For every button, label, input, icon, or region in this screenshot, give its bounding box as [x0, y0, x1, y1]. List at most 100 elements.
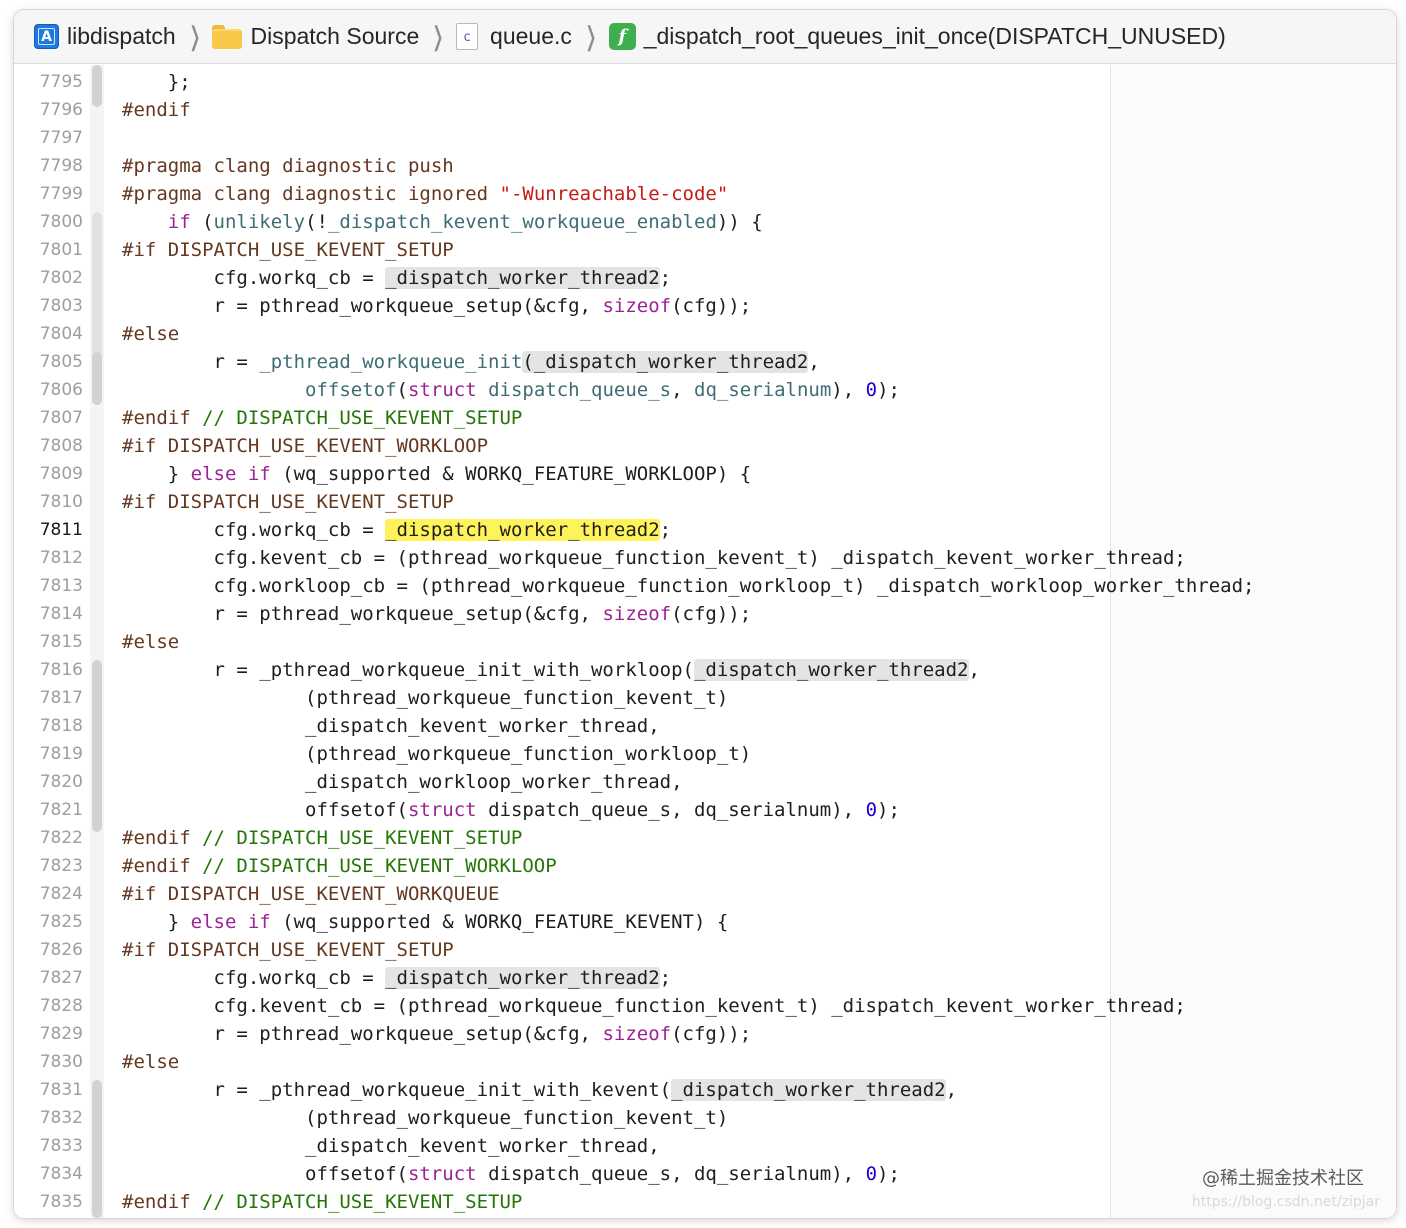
- code-line[interactable]: 7816 r = _pthread_workqueue_init_with_wo…: [14, 656, 1396, 684]
- code-line[interactable]: 7812 cfg.kevent_cb = (pthread_workqueue_…: [14, 544, 1396, 572]
- code-token: r = _pthread_workqueue_init_with_workloo…: [122, 659, 694, 681]
- code-token: else if: [190, 911, 271, 933]
- code-token: #if DISPATCH_USE_KEVENT_SETUP: [122, 491, 454, 513]
- code-text: _dispatch_kevent_worker_thread,: [122, 712, 660, 740]
- code-line[interactable]: 7802 cfg.workq_cb = _dispatch_worker_thr…: [14, 264, 1396, 292]
- code-token: )): [716, 211, 740, 233]
- xcode-project-icon: A: [34, 24, 59, 49]
- code-line[interactable]: 7822 #endif // DISPATCH_USE_KEVENT_SETUP: [14, 824, 1396, 852]
- code-token: if: [167, 211, 191, 233]
- line-number: 7816: [39, 660, 83, 680]
- code-line[interactable]: 7819 (pthread_workqueue_function_workloo…: [14, 740, 1396, 768]
- code-token: _dispatch_worker_thread2: [385, 519, 660, 541]
- breadcrumb-folder[interactable]: Dispatch Source: [212, 17, 419, 57]
- line-number: 7823: [39, 856, 83, 876]
- code-token: }: [122, 463, 191, 485]
- code-token: 0: [865, 1163, 878, 1185]
- code-line[interactable]: 7829 r = pthread_workqueue_setup(&cfg, s…: [14, 1020, 1396, 1048]
- code-line[interactable]: 7820 _dispatch_workloop_worker_thread,: [14, 768, 1396, 796]
- code-token: #endif: [122, 827, 203, 849]
- code-line[interactable]: 7813 cfg.workloop_cb = (pthread_workqueu…: [14, 572, 1396, 600]
- code-line[interactable]: 7826 #if DISPATCH_USE_KEVENT_SETUP: [14, 936, 1396, 964]
- code-text: cfg.workq_cb = _dispatch_worker_thread2;: [122, 964, 671, 992]
- code-token: sizeof: [602, 1023, 672, 1045]
- code-line[interactable]: 7831 r = _pthread_workqueue_init_with_ke…: [14, 1076, 1396, 1104]
- code-line[interactable]: 7825 } else if (wq_supported & WORKQ_FEA…: [14, 908, 1396, 936]
- code-text: r = pthread_workqueue_setup(&cfg, sizeof…: [122, 292, 752, 320]
- code-text: cfg.workq_cb = _dispatch_worker_thread2;: [122, 264, 671, 292]
- code-line[interactable]: 7797: [14, 124, 1396, 152]
- code-line[interactable]: 7799 #pragma clang diagnostic ignored "-W…: [14, 180, 1396, 208]
- code-line[interactable]: 7821 offsetof(struct dispatch_queue_s, d…: [14, 796, 1396, 824]
- code-line[interactable]: 7814 r = pthread_workqueue_setup(&cfg, s…: [14, 600, 1396, 628]
- code-text: } else if (wq_supported & WORKQ_FEATURE_…: [122, 908, 729, 936]
- code-line[interactable]: 7796 #endif: [14, 96, 1396, 124]
- code-line[interactable]: 7828 cfg.kevent_cb = (pthread_workqueue_…: [14, 992, 1396, 1020]
- code-token: // DISPATCH_USE_KEVENT_SETUP: [202, 1191, 523, 1213]
- code-line[interactable]: 7832 (pthread_workqueue_function_kevent_…: [14, 1104, 1396, 1132]
- line-number: 7808: [39, 436, 83, 456]
- code-token: (wq_supported & WORKQ_FEATURE_KEVENT) {: [270, 911, 729, 933]
- code-token: (: [396, 379, 408, 401]
- code-token: sizeof: [602, 603, 672, 625]
- line-number: 7815: [39, 632, 83, 652]
- code-text: offsetof(struct dispatch_queue_s, dq_ser…: [122, 796, 900, 824]
- code-line[interactable]: 7798 #pragma clang diagnostic push: [14, 152, 1396, 180]
- line-number: 7814: [39, 604, 83, 624]
- code-line[interactable]: 7834 offsetof(struct dispatch_queue_s, d…: [14, 1160, 1396, 1188]
- code-token: else if: [190, 463, 271, 485]
- code-line[interactable]: 7795 };: [14, 68, 1396, 96]
- code-line[interactable]: 7804 #else: [14, 320, 1396, 348]
- code-token: offsetof(: [122, 799, 408, 821]
- code-text: (pthread_workqueue_function_workloop_t): [122, 740, 751, 768]
- code-line[interactable]: 7833 _dispatch_kevent_worker_thread,: [14, 1132, 1396, 1160]
- code-token: dispatch_queue_s, dq_serialnum),: [476, 799, 866, 821]
- code-line[interactable]: 7805 r = _pthread_workqueue_init(_dispat…: [14, 348, 1396, 376]
- function-icon: f: [608, 23, 636, 50]
- code-token: struct: [407, 1163, 477, 1185]
- code-line[interactable]: 7811 cfg.workq_cb = _dispatch_worker_thr…: [14, 516, 1396, 544]
- code-token: cfg.kevent_cb = (pthread_workqueue_funct…: [122, 995, 1186, 1017]
- breadcrumb-function[interactable]: f _dispatch_root_queues_init_once(DISPAT…: [608, 17, 1226, 57]
- code-line[interactable]: 7818 _dispatch_kevent_worker_thread,: [14, 712, 1396, 740]
- code-text: #else: [122, 1048, 179, 1076]
- code-token: _dispatch_worker_thread2: [385, 267, 660, 289]
- code-line[interactable]: 7807 #endif // DISPATCH_USE_KEVENT_SETUP: [14, 404, 1396, 432]
- line-number: 7810: [39, 492, 83, 512]
- chevron-right-icon: ❭: [430, 21, 446, 51]
- code-line[interactable]: 7801 #if DISPATCH_USE_KEVENT_SETUP: [14, 236, 1396, 264]
- code-line[interactable]: 7827 cfg.workq_cb = _dispatch_worker_thr…: [14, 964, 1396, 992]
- code-line[interactable]: 7800 if (unlikely(!_dispatch_kevent_work…: [14, 208, 1396, 236]
- code-text: r = pthread_workqueue_setup(&cfg, sizeof…: [122, 1020, 752, 1048]
- code-text: if (unlikely(!_dispatch_kevent_workqueue…: [122, 208, 763, 236]
- code-token: #endif: [122, 99, 191, 121]
- code-token: #if DISPATCH_USE_KEVENT_WORKQUEUE: [122, 883, 500, 905]
- code-line[interactable]: 7808 #if DISPATCH_USE_KEVENT_WORKLOOP: [14, 432, 1396, 460]
- code-token: ),: [831, 379, 866, 401]
- code-token: offsetof(: [122, 1163, 408, 1185]
- code-editor[interactable]: 7795 }; 7796 #endif 7797 7798 #pragma clang d…: [14, 65, 1396, 1218]
- code-line[interactable]: 7817 (pthread_workqueue_function_kevent_…: [14, 684, 1396, 712]
- code-line[interactable]: 7824 #if DISPATCH_USE_KEVENT_WORKQUEUE: [14, 880, 1396, 908]
- breadcrumb-project-label: libdispatch: [67, 23, 176, 49]
- code-line[interactable]: 7806 offsetof(struct dispatch_queue_s, d…: [14, 376, 1396, 404]
- code-token: "-Wunreachable-code": [499, 183, 729, 205]
- line-number: 7827: [39, 968, 83, 988]
- code-line[interactable]: 7830 #else: [14, 1048, 1396, 1076]
- code-token: cfg.workq_cb =: [122, 267, 386, 289]
- code-token: cfg.workq_cb =: [122, 519, 386, 541]
- code-line[interactable]: 7835 #endif // DISPATCH_USE_KEVENT_SETUP: [14, 1188, 1396, 1216]
- breadcrumb-project[interactable]: A libdispatch: [34, 17, 176, 57]
- line-number: 7822: [39, 828, 83, 848]
- code-line[interactable]: 7803 r = pthread_workqueue_setup(&cfg, s…: [14, 292, 1396, 320]
- code-line[interactable]: 7810 #if DISPATCH_USE_KEVENT_SETUP: [14, 488, 1396, 516]
- code-token: r = pthread_workqueue_setup(&cfg,: [122, 295, 603, 317]
- code-line[interactable]: 7815 #else: [14, 628, 1396, 656]
- jump-bar: A libdispatch ❭ Dispatch Source ❭ c queu…: [14, 10, 1396, 64]
- breadcrumb-file[interactable]: c queue.c: [456, 17, 572, 57]
- line-number: 7813: [39, 576, 83, 596]
- code-text: #endif // DISPATCH_USE_KEVENT_SETUP: [122, 404, 522, 432]
- code-line[interactable]: 7809 } else if (wq_supported & WORKQ_FEA…: [14, 460, 1396, 488]
- code-token: _dispatch_workloop_worker_thread,: [122, 771, 683, 793]
- code-line[interactable]: 7823 #endif // DISPATCH_USE_KEVENT_WORKLO…: [14, 852, 1396, 880]
